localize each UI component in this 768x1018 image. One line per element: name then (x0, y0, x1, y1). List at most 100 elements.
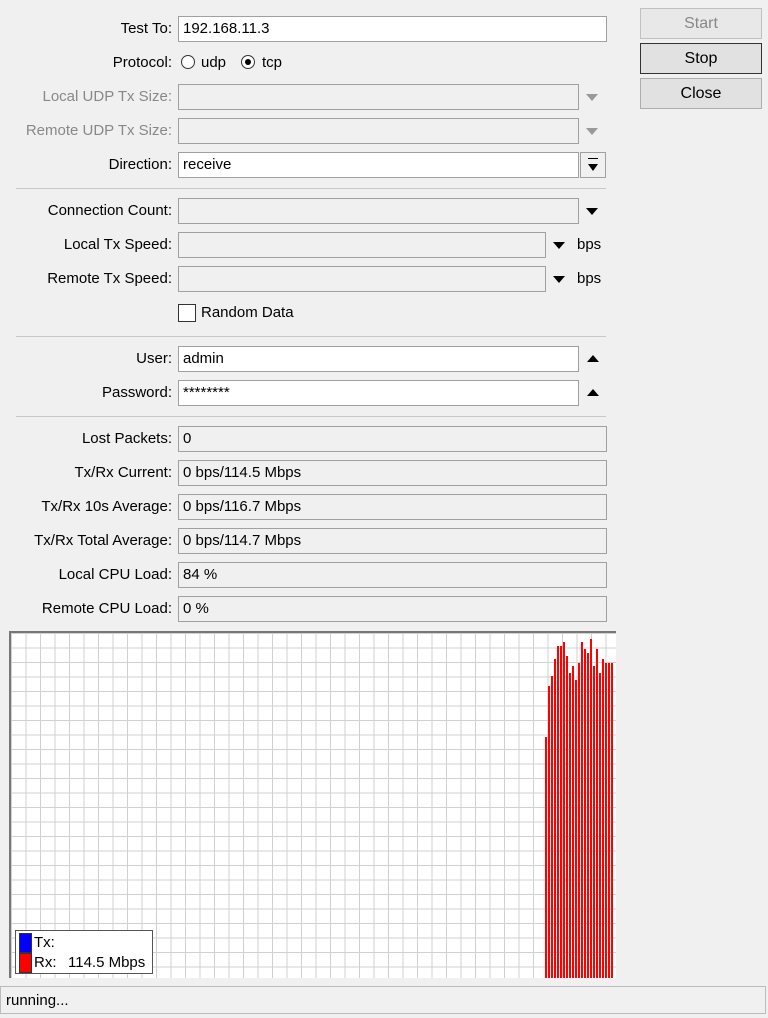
test-to-row: Test To: 192.168.11.3 (0, 16, 620, 42)
stat-label: Lost Packets: (81, 430, 172, 447)
legend-tx-label: Tx: (34, 934, 55, 951)
local-udp-tx-size-label: Local UDP Tx Size: (42, 88, 173, 105)
rx-bar (554, 659, 556, 978)
connection-count-dropdown-icon[interactable] (586, 208, 598, 215)
remote-tx-speed-row: Remote Tx Speed: bps (0, 266, 620, 292)
rx-bar (602, 659, 604, 978)
remote-udp-tx-size-input[interactable] (178, 118, 579, 144)
remote-tx-speed-label: Remote Tx Speed: (47, 270, 172, 287)
rx-bar (581, 642, 583, 978)
connection-count-input[interactable] (178, 198, 579, 224)
rx-bar (560, 645, 562, 978)
user-row: User: admin (0, 346, 620, 372)
divider (16, 188, 606, 189)
local-tx-speed-input[interactable] (178, 232, 546, 258)
stat-value: 0 bps/116.7 Mbps (178, 494, 607, 520)
test-to-input[interactable]: 192.168.11.3 (178, 16, 607, 42)
user-input[interactable]: admin (178, 346, 579, 372)
protocol-row: Protocol: udp tcp (0, 50, 620, 76)
stat-row: Tx/Rx Total Average: 0 bps/114.7 Mbps (0, 528, 620, 554)
collapse-up-icon[interactable] (587, 389, 599, 396)
rx-bar (611, 662, 613, 978)
legend-rx-label: Rx: (34, 954, 57, 971)
remote-tx-speed-input[interactable] (178, 266, 546, 292)
remote-udp-tx-size-label: Remote UDP Tx Size: (25, 122, 172, 139)
stat-row: Tx/Rx Current: 0 bps/114.5 Mbps (0, 460, 620, 486)
rx-bar (593, 666, 595, 978)
rx-bar (605, 662, 607, 978)
rx-bar (584, 649, 586, 978)
start-button[interactable]: Start (640, 8, 762, 39)
legend-rx-value: 114.5 Mbps (68, 954, 146, 971)
rx-bar (545, 737, 547, 978)
rx-bar (557, 645, 559, 978)
rx-bar (578, 662, 580, 978)
rx-bar (551, 676, 553, 978)
protocol-tcp-label[interactable]: tcp (262, 54, 282, 71)
stat-label: Remote CPU Load: (41, 600, 172, 617)
divider (16, 336, 606, 337)
local-udp-tx-size-input[interactable] (178, 84, 579, 110)
connection-count-row: Connection Count: (0, 198, 620, 224)
stat-row: Local CPU Load: 84 % (0, 562, 620, 588)
close-button[interactable]: Close (640, 78, 762, 109)
local-tx-speed-row: Local Tx Speed: bps (0, 232, 620, 258)
local-udp-tx-size-dropdown-icon[interactable] (586, 94, 598, 101)
connection-count-label: Connection Count: (47, 202, 172, 219)
remote-tx-speed-dropdown-icon[interactable] (553, 276, 565, 283)
protocol-tcp-radio[interactable] (241, 55, 255, 69)
random-data-row: Random Data (0, 300, 620, 326)
random-data-label[interactable]: Random Data (201, 304, 294, 321)
stat-label: Tx/Rx Total Average: (34, 532, 172, 549)
chevron-down-icon (588, 158, 598, 159)
remote-tx-speed-unit: bps (577, 270, 602, 287)
divider (16, 416, 606, 417)
chart-legend: Tx: Rx: 114.5 Mbps (15, 930, 153, 974)
stat-value: 84 % (178, 562, 607, 588)
protocol-udp-label[interactable]: udp (201, 54, 226, 71)
rx-bar (587, 652, 589, 978)
direction-dropdown-button[interactable] (580, 152, 606, 178)
rx-bar (548, 686, 550, 978)
status-bar: running... (0, 986, 766, 1014)
arrow-down-icon (588, 164, 598, 171)
user-label: User: (136, 350, 172, 367)
stat-row: Tx/Rx 10s Average: 0 bps/116.7 Mbps (0, 494, 620, 520)
stat-value: 0 bps/114.7 Mbps (178, 528, 607, 554)
stop-button[interactable]: Stop (640, 43, 762, 74)
rx-bar (569, 672, 571, 978)
password-label: Password: (101, 384, 172, 401)
stat-label: Local CPU Load: (58, 566, 172, 583)
password-input[interactable]: ******** (178, 380, 579, 406)
bandwidth-chart: Tx: Rx: 114.5 Mbps (9, 631, 616, 978)
local-udp-tx-size-row: Local UDP Tx Size: (0, 84, 620, 110)
rx-swatch (19, 953, 32, 973)
remote-udp-tx-size-dropdown-icon[interactable] (586, 128, 598, 135)
protocol-label: Protocol: (112, 54, 172, 71)
rx-bar (572, 666, 574, 978)
local-tx-speed-unit: bps (577, 236, 602, 253)
stat-row: Lost Packets: 0 (0, 426, 620, 452)
test-to-label: Test To: (120, 20, 172, 37)
stat-value: 0 (178, 426, 607, 452)
rx-bar (590, 639, 592, 978)
direction-select[interactable]: receive (178, 152, 579, 178)
protocol-udp-radio[interactable] (181, 55, 195, 69)
collapse-up-icon[interactable] (587, 355, 599, 362)
remote-udp-tx-size-row: Remote UDP Tx Size: (0, 118, 620, 144)
stat-value: 0 % (178, 596, 607, 622)
rx-bar (599, 672, 601, 978)
stat-value: 0 bps/114.5 Mbps (178, 460, 607, 486)
direction-row: Direction: receive (0, 152, 620, 178)
local-tx-speed-label: Local Tx Speed: (63, 236, 172, 253)
rx-bar (563, 642, 565, 978)
random-data-checkbox[interactable] (178, 304, 196, 322)
password-row: Password: ******** (0, 380, 620, 406)
direction-label: Direction: (108, 156, 172, 173)
rx-bar (575, 679, 577, 978)
local-tx-speed-dropdown-icon[interactable] (553, 242, 565, 249)
stat-row: Remote CPU Load: 0 % (0, 596, 620, 622)
rx-bar (608, 662, 610, 978)
rx-bar (566, 655, 568, 978)
stat-label: Tx/Rx 10s Average: (41, 498, 172, 515)
